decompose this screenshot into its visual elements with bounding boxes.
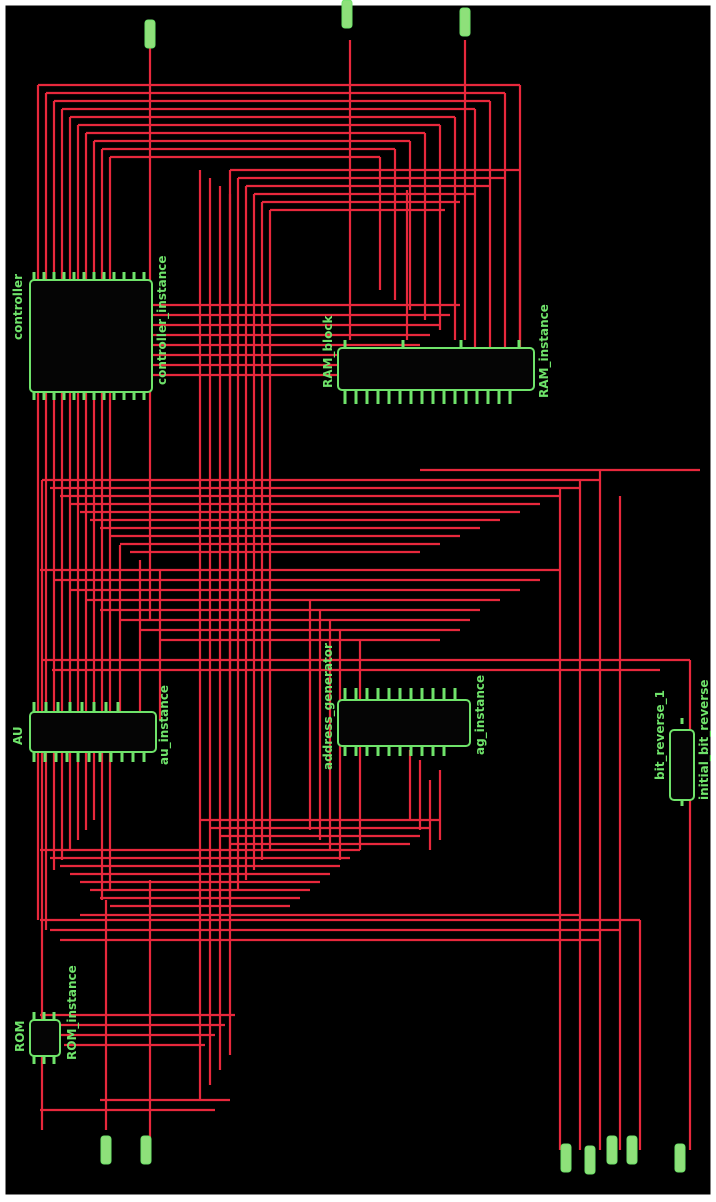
ag-instance-label: ag_instance	[473, 675, 488, 755]
bitrev-module-label: bit_reverse_1	[653, 690, 668, 780]
rom-block	[29, 1019, 61, 1057]
ram-instance-label: RAM_instance	[537, 304, 552, 398]
rom-module-label: ROM	[13, 1021, 27, 1052]
io-pin-bottom-7	[674, 1143, 686, 1173]
ram-module-label: RAM_block	[321, 314, 336, 388]
io-pin-bottom-5	[606, 1135, 618, 1165]
bitrev-block	[669, 729, 695, 801]
io-pin-bottom-2	[140, 1135, 152, 1165]
input-pin-top-2	[341, 0, 353, 29]
au-block	[29, 711, 157, 753]
controller-instance-label: controller_instance	[155, 255, 170, 385]
input-pin-top-3	[459, 7, 471, 37]
schematic-canvas: controller controller_instance RAM_block RA…	[2, 0, 714, 1198]
au-module-label: AU	[11, 726, 25, 745]
bitrev-instance-label: initial_bit_reverse	[697, 680, 712, 801]
au-instance-label: au_instance	[157, 685, 172, 765]
io-pin-bottom-4	[584, 1145, 596, 1175]
controller-block	[29, 279, 153, 393]
ag-block	[337, 699, 471, 747]
io-pin-bottom-3	[560, 1143, 572, 1173]
ram-block	[337, 347, 535, 391]
rom-instance-label: ROM_instance	[65, 965, 80, 1060]
ag-module-label: address_generator	[321, 643, 336, 770]
input-pin-top-1	[144, 19, 156, 49]
controller-module-label: controller	[11, 274, 25, 340]
io-pin-bottom-6	[626, 1135, 638, 1165]
io-pin-bottom-1	[100, 1135, 112, 1165]
